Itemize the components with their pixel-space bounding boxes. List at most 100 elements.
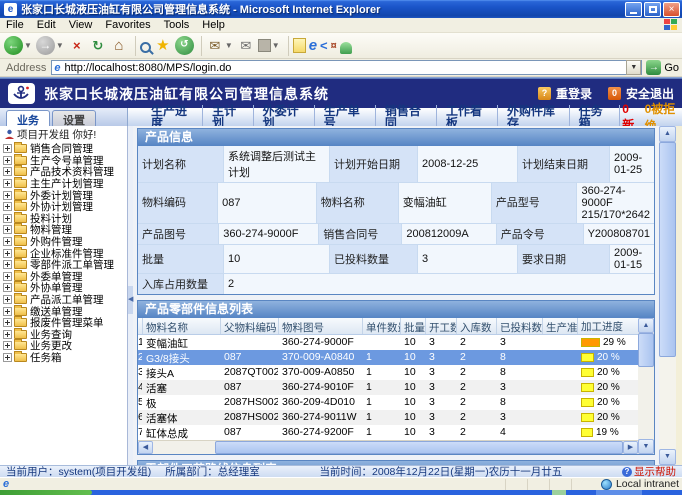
- current-user: system(项目开发组): [59, 466, 152, 478]
- col-drawing-no[interactable]: 物料图号: [279, 318, 363, 334]
- sidebar-item-business-change[interactable]: 业务更改: [2, 340, 127, 352]
- hscroll-thumb[interactable]: [215, 441, 623, 454]
- messenger-icon[interactable]: [340, 42, 352, 54]
- menu-file[interactable]: File: [6, 19, 24, 31]
- taskbar: [0, 490, 682, 495]
- home-icon[interactable]: ⌂: [110, 37, 128, 55]
- expand-icon[interactable]: [3, 283, 12, 292]
- sidebar-item-task-box[interactable]: 任务箱: [2, 352, 127, 364]
- expand-icon[interactable]: [3, 295, 12, 304]
- plugin2-icon[interactable]: ¤: [331, 40, 337, 52]
- expand-icon[interactable]: [3, 156, 12, 165]
- plugin-icon[interactable]: <: [320, 38, 328, 53]
- table-row[interactable]: 3接头A2087QT002370-009-A085011032820 %: [138, 365, 638, 380]
- edit-dropdown-icon[interactable]: ▼: [272, 41, 280, 50]
- expand-icon[interactable]: [3, 144, 12, 153]
- menu-help[interactable]: Help: [202, 19, 225, 31]
- relogin-button[interactable]: ? 重登录: [538, 85, 592, 102]
- back-icon[interactable]: ←: [4, 36, 23, 55]
- table-row[interactable]: 6活塞体2087HS002360-274-9011W11032320 %: [138, 410, 638, 425]
- mail-dropdown-icon[interactable]: ▼: [225, 41, 233, 50]
- favorites-icon[interactable]: ★: [154, 37, 172, 55]
- field-label: 物料名称: [317, 183, 399, 223]
- print-icon[interactable]: ✉: [237, 37, 255, 55]
- col-parent-code[interactable]: 父物料编码: [221, 318, 279, 334]
- expand-icon[interactable]: [3, 214, 12, 223]
- vscroll-thumb[interactable]: [638, 333, 654, 367]
- expand-icon[interactable]: [3, 179, 12, 188]
- forward-icon[interactable]: →: [36, 36, 55, 55]
- expand-icon[interactable]: [3, 167, 12, 176]
- address-field[interactable]: e ▼: [51, 60, 642, 75]
- tab-business[interactable]: 业务: [6, 110, 50, 126]
- table-row-selected[interactable]: 2G3/8接头087370-009-A084011032820 %: [138, 350, 638, 365]
- show-help-link[interactable]: ? 显示帮助: [622, 464, 676, 479]
- sidebar-splitter[interactable]: ◀: [128, 126, 133, 465]
- parts-hscrollbar[interactable]: ◀ ▶: [138, 440, 638, 454]
- page-vscrollbar[interactable]: ▲ ▼: [659, 126, 676, 465]
- expand-icon[interactable]: [3, 307, 12, 316]
- col-stocked[interactable]: 入库数: [457, 318, 497, 334]
- menu-edit[interactable]: Edit: [37, 19, 56, 31]
- tab-settings[interactable]: 设置: [52, 110, 96, 126]
- back-dropdown-icon[interactable]: ▼: [24, 41, 32, 50]
- table-row[interactable]: 7缸体总成087360-274-9200F11032419 %: [138, 425, 638, 440]
- menu-tools[interactable]: Tools: [164, 19, 190, 31]
- table-row[interactable]: 1变幅油缸360-274-9000F1032329 %: [138, 335, 638, 350]
- scroll-up-icon[interactable]: ▲: [659, 126, 676, 142]
- expand-icon[interactable]: [3, 318, 12, 327]
- expand-icon[interactable]: [3, 330, 12, 339]
- nav-links: 生产进度 主计划 外委计划 生产单号 销售合同 工作看板 外购件库存 任务箱 0…: [128, 108, 682, 126]
- table-row[interactable]: 5极2087HS002360-209-4D01011032820 %: [138, 395, 638, 410]
- col-material-name[interactable]: 物料名称: [143, 318, 221, 334]
- scroll-down-icon[interactable]: ▼: [659, 449, 676, 465]
- expand-icon[interactable]: [3, 272, 12, 281]
- table-row[interactable]: 4活塞087360-274-9010F11032320 %: [138, 380, 638, 395]
- col-progress[interactable]: 加工进度: [578, 318, 638, 334]
- scroll-left-icon[interactable]: ◀: [138, 441, 153, 454]
- col-fed[interactable]: 已投料数: [497, 318, 543, 334]
- scroll-right-icon[interactable]: ▶: [623, 441, 638, 454]
- field-label: 销售合同号: [319, 224, 402, 244]
- expand-icon[interactable]: [3, 341, 12, 350]
- parts-vscrollbar[interactable]: ▲ ▼: [638, 318, 654, 454]
- scroll-up-icon[interactable]: ▲: [638, 318, 654, 333]
- address-input[interactable]: [64, 62, 626, 74]
- start-button[interactable]: [0, 490, 92, 495]
- menu-view[interactable]: View: [69, 19, 93, 31]
- department: 总经理室: [218, 466, 260, 478]
- refresh-icon[interactable]: ↻: [89, 37, 107, 55]
- messenger-e-icon[interactable]: e: [309, 37, 317, 54]
- maximize-button[interactable]: [644, 2, 661, 17]
- notes-icon[interactable]: [293, 38, 306, 53]
- col-unit-qty[interactable]: 单件数量: [363, 318, 401, 334]
- expand-icon[interactable]: [3, 249, 12, 258]
- col-batch[interactable]: 批量: [401, 318, 426, 334]
- expand-icon[interactable]: [3, 191, 12, 200]
- go-button[interactable]: → Go: [646, 60, 679, 75]
- stop-icon[interactable]: ×: [68, 37, 86, 55]
- expand-icon[interactable]: [3, 353, 12, 362]
- expand-icon[interactable]: [3, 225, 12, 234]
- col-started[interactable]: 开工数: [426, 318, 457, 334]
- minimize-button[interactable]: [625, 2, 642, 17]
- field-value: 3: [418, 245, 518, 273]
- nav-strip: 业务 设置 生产进度 主计划 外委计划 生产单号 销售合同 工作看板 外购件库存…: [0, 108, 682, 126]
- address-dropdown-icon[interactable]: ▼: [626, 60, 641, 75]
- mail-icon[interactable]: ✉: [206, 37, 224, 55]
- col-prep[interactable]: 生产准备: [543, 318, 578, 334]
- field-label: 入库占用数量: [138, 274, 224, 294]
- collapse-sidebar-icon[interactable]: ◀: [128, 286, 133, 314]
- vscroll-thumb[interactable]: [659, 142, 676, 357]
- history-icon[interactable]: ↺: [175, 36, 194, 55]
- expand-icon[interactable]: [3, 237, 12, 246]
- forward-dropdown-icon[interactable]: ▼: [56, 41, 64, 50]
- search-icon[interactable]: [140, 42, 151, 53]
- expand-icon[interactable]: [3, 260, 12, 269]
- field-value: 10: [224, 245, 330, 273]
- expand-icon[interactable]: [3, 202, 12, 211]
- close-button[interactable]: ×: [663, 2, 680, 17]
- menu-favorites[interactable]: Favorites: [105, 19, 150, 31]
- scroll-down-icon[interactable]: ▼: [638, 439, 654, 454]
- edit-icon[interactable]: [258, 39, 271, 52]
